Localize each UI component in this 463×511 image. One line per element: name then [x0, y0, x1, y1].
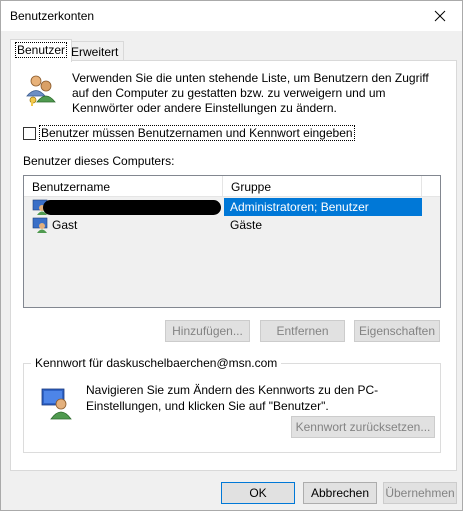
ok-button[interactable]: OK: [221, 482, 295, 504]
tab-erweitert[interactable]: Erweitert: [65, 41, 125, 61]
password-group-title: Kennwort für daskuschelbaerchen@msn.com: [31, 356, 282, 370]
user-accounts-dialog: Benutzerkonten Benutzer Erweitert Verwen…: [0, 0, 463, 511]
user-monitor-icon: [41, 388, 72, 420]
users-list[interactable]: Benutzername Gruppe Administratoren; Ben…: [23, 175, 441, 308]
add-user-button[interactable]: Hinzufügen...: [165, 320, 250, 342]
table-row[interactable]: Administratoren; Benutzer: [24, 198, 440, 216]
tab-benutzer[interactable]: Benutzer: [10, 39, 73, 62]
tab-benutzer-label: Benutzer: [14, 42, 68, 58]
tab-panel-benutzer: Verwenden Sie die unten stehende Liste, …: [10, 60, 457, 471]
window-title: Benutzerkonten: [10, 9, 95, 23]
password-groupbox: Kennwort für daskuschelbaerchen@msn.com …: [23, 356, 441, 453]
cancel-button[interactable]: Abbrechen: [303, 482, 377, 504]
apply-button[interactable]: Übernehmen: [383, 482, 457, 504]
redacted-username: [43, 200, 221, 215]
column-header-group[interactable]: Gruppe: [223, 176, 422, 197]
require-login-checkbox[interactable]: [23, 126, 36, 140]
row-group-cell: Administratoren; Benutzer: [224, 198, 422, 216]
column-header-username[interactable]: Benutzername: [24, 176, 223, 197]
users-icon: [26, 75, 56, 106]
users-section-label: Benutzer dieses Computers:: [23, 154, 175, 168]
close-icon: [434, 10, 446, 22]
properties-button[interactable]: Eigenschaften: [354, 320, 440, 342]
user-icon: [32, 217, 48, 233]
password-info-text: Navigieren Sie zum Ändern des Kennworts …: [86, 383, 379, 413]
title-bar: Benutzerkonten: [1, 1, 462, 31]
tab-erweitert-label: Erweitert: [71, 45, 119, 59]
row-username: Gast: [52, 218, 78, 232]
intro-text: Verwenden Sie die unten stehende Liste, …: [72, 71, 429, 115]
row-name-cell: [25, 198, 223, 216]
require-login-option[interactable]: Benutzer müssen Benutzernamen und Kennwo…: [23, 125, 355, 141]
remove-user-button[interactable]: Entfernen: [260, 320, 345, 342]
row-name-cell: Gast: [25, 216, 223, 234]
reset-password-button[interactable]: Kennwort zurücksetzen...: [291, 416, 435, 438]
require-login-label: Benutzer müssen Benutzernamen und Kennwo…: [39, 125, 355, 141]
row-group-cell: Gäste: [230, 218, 263, 232]
close-button[interactable]: [418, 1, 462, 31]
table-row[interactable]: Gast Gäste: [24, 216, 440, 234]
list-header: Benutzername Gruppe: [24, 176, 440, 197]
